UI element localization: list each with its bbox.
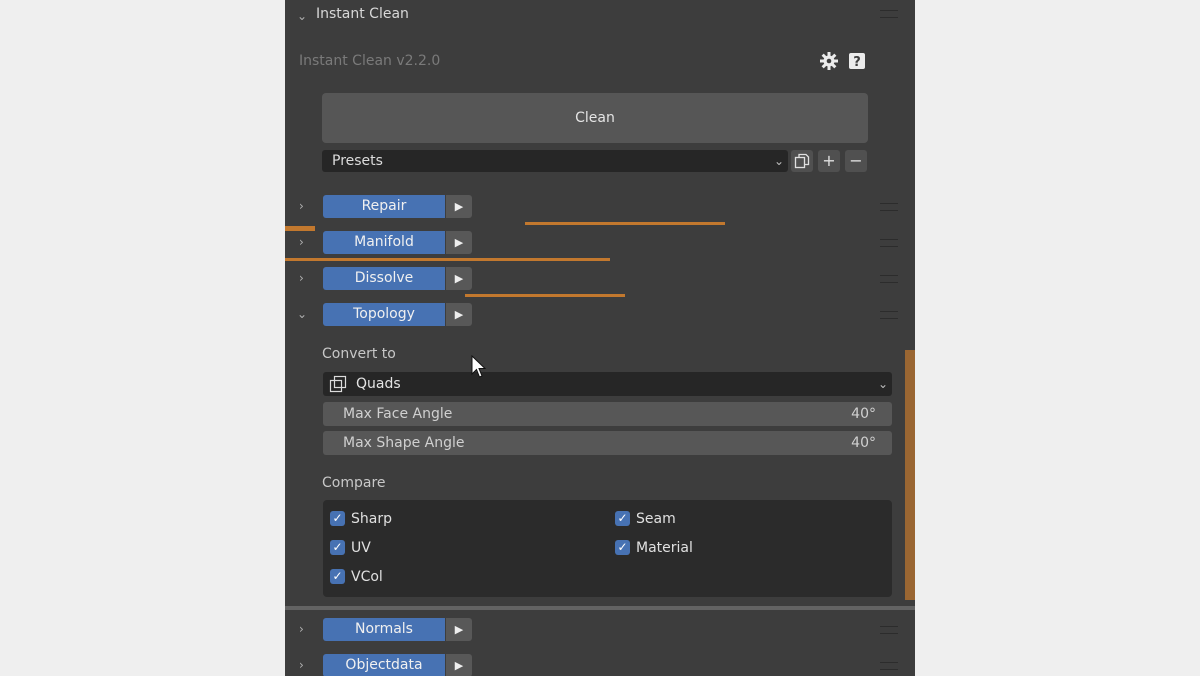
checkbox-seam-label: Seam xyxy=(636,511,676,527)
chevron-down-icon: ⌄ xyxy=(773,154,784,168)
chevron-right-icon[interactable]: › xyxy=(299,235,304,249)
play-icon[interactable]: ▶ xyxy=(446,267,472,290)
svg-text:?: ? xyxy=(853,55,861,70)
section-topology[interactable]: ⌄ Topology ▶ xyxy=(285,299,915,331)
drag-handle-icon[interactable] xyxy=(880,239,898,247)
section-manifold-button[interactable]: Manifold xyxy=(323,231,445,254)
copy-preset-icon[interactable] xyxy=(791,150,813,172)
section-normals-button[interactable]: Normals xyxy=(323,618,445,641)
add-preset-button[interactable]: + xyxy=(818,150,840,172)
section-normals[interactable]: › Normals ▶ xyxy=(285,614,915,646)
max-face-angle-slider[interactable]: Max Face Angle 40° xyxy=(323,402,892,426)
max-shape-angle-slider[interactable]: Max Shape Angle 40° xyxy=(323,431,892,455)
checkbox-uv-label: UV xyxy=(351,540,371,556)
convert-to-label: Convert to xyxy=(322,346,396,362)
chevron-down-icon[interactable]: ⌄ xyxy=(297,9,307,23)
chevron-right-icon[interactable]: › xyxy=(299,658,304,672)
compare-label: Compare xyxy=(322,475,386,491)
mouse-cursor-icon xyxy=(471,355,487,378)
section-objectdata[interactable]: › Objectdata ▶ xyxy=(285,650,915,676)
section-divider xyxy=(285,606,915,610)
section-repair-button[interactable]: Repair xyxy=(323,195,445,218)
checkmark-icon[interactable]: ✓ xyxy=(330,540,345,555)
presets-label: Presets xyxy=(332,153,383,169)
remove-preset-button[interactable]: − xyxy=(845,150,867,172)
section-dissolve[interactable]: › Dissolve ▶ xyxy=(285,263,915,295)
presets-dropdown[interactable]: Presets ⌄ xyxy=(322,150,788,172)
section-manifold[interactable]: › Manifold ▶ xyxy=(285,227,915,259)
compare-options-box: ✓ Sharp ✓ Seam ✓ UV ✓ Material ✓ VCol xyxy=(323,500,892,597)
convert-to-dropdown[interactable]: Quads ⌄ xyxy=(323,372,892,396)
chevron-down-icon: ⌄ xyxy=(877,377,888,391)
checkbox-material-label: Material xyxy=(636,540,693,556)
play-icon[interactable]: ▶ xyxy=(446,654,472,676)
drag-handle-icon[interactable] xyxy=(880,626,898,634)
max-face-angle-label: Max Face Angle xyxy=(343,406,453,422)
instant-clean-panel: ⌄ Instant Clean Instant Clean v2.2.0 ? C… xyxy=(285,0,915,676)
drag-handle-icon[interactable] xyxy=(880,203,898,211)
max-face-angle-value: 40° xyxy=(851,406,876,422)
quads-icon xyxy=(329,375,347,401)
section-dissolve-button[interactable]: Dissolve xyxy=(323,267,445,290)
checkmark-icon[interactable]: ✓ xyxy=(330,511,345,526)
checkbox-sharp-label: Sharp xyxy=(351,511,392,527)
checkmark-icon[interactable]: ✓ xyxy=(615,540,630,555)
play-icon[interactable]: ▶ xyxy=(446,618,472,641)
convert-to-value: Quads xyxy=(356,376,401,392)
clean-button[interactable]: Clean xyxy=(322,93,868,143)
panel-title[interactable]: Instant Clean xyxy=(316,6,409,22)
section-repair[interactable]: › Repair ▶ xyxy=(285,191,915,223)
gear-icon[interactable] xyxy=(818,50,840,72)
checkbox-vcol-label: VCol xyxy=(351,569,383,585)
play-icon[interactable]: ▶ xyxy=(446,195,472,218)
play-icon[interactable]: ▶ xyxy=(446,303,472,326)
chevron-right-icon[interactable]: › xyxy=(299,199,304,213)
checkmark-icon[interactable]: ✓ xyxy=(330,569,345,584)
section-topology-button[interactable]: Topology xyxy=(323,303,445,326)
drag-handle-icon[interactable] xyxy=(880,10,898,18)
drag-handle-icon[interactable] xyxy=(880,275,898,283)
play-icon[interactable]: ▶ xyxy=(446,231,472,254)
checkmark-icon[interactable]: ✓ xyxy=(615,511,630,526)
help-icon[interactable]: ? xyxy=(846,50,868,72)
drag-handle-icon[interactable] xyxy=(880,311,898,319)
version-label: Instant Clean v2.2.0 xyxy=(299,53,441,69)
chevron-down-icon[interactable]: ⌄ xyxy=(297,307,307,321)
max-shape-angle-label: Max Shape Angle xyxy=(343,435,465,451)
section-objectdata-button[interactable]: Objectdata xyxy=(323,654,445,676)
chevron-right-icon[interactable]: › xyxy=(299,271,304,285)
viewport-streak xyxy=(905,350,915,600)
chevron-right-icon[interactable]: › xyxy=(299,622,304,636)
drag-handle-icon[interactable] xyxy=(880,662,898,670)
max-shape-angle-value: 40° xyxy=(851,435,876,451)
